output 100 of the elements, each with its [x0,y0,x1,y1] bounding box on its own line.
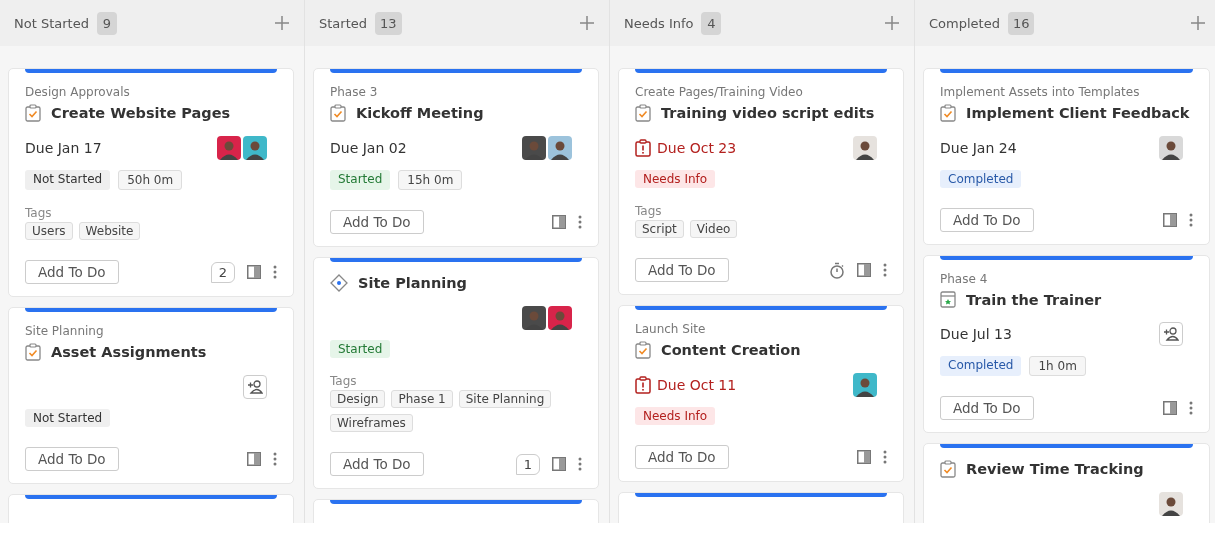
milestone-diamond-icon [330,274,348,292]
more-icon[interactable] [1189,213,1193,227]
more-icon[interactable] [1189,401,1193,415]
task-check-icon [940,460,956,478]
task-title[interactable]: Implement Client Feedback [966,105,1190,121]
due-date: Due Jan 17 [25,140,102,156]
add-to-do-button[interactable]: Add To Do [330,210,424,234]
task-title[interactable]: Asset Assignments [51,344,207,360]
side-panel-icon[interactable] [857,450,871,464]
tag: Site Planning [458,390,552,408]
more-icon[interactable] [273,452,277,466]
add-assignee-button[interactable] [243,375,267,399]
side-panel-icon[interactable] [1163,401,1177,415]
task-card[interactable]: Phase 3 Kickoff Meeting Due Jan 02 Started 15h 0m Add To Do [313,68,599,247]
card-count: 9 [96,11,117,35]
stopwatch-icon[interactable] [829,261,845,279]
parent-label: Create Pages/Training Video [635,85,804,99]
tag: Phase 1 [391,390,453,408]
tag: Users [25,222,73,240]
add-icon[interactable] [577,13,597,33]
parent-label: Phase 3 [330,85,379,99]
time-estimate: 50h 0m [118,170,183,190]
task-card[interactable]: Review Time Tracking [923,443,1210,523]
parent-label: Implement Assets into Templates [940,85,1141,99]
parent-label: Launch Site [635,322,707,336]
comment-count[interactable]: 2 [210,261,235,283]
add-to-do-button[interactable]: Add To Do [25,447,119,471]
task-title[interactable]: Training video script edits [661,105,875,121]
alert-icon [635,139,651,157]
column-title: Not Started [14,15,89,31]
more-icon[interactable] [273,265,277,279]
add-to-do-button[interactable]: Add To Do [330,452,424,476]
status-badge: Completed [940,170,1022,188]
task-title[interactable]: Train the Trainer [966,291,1102,308]
tags-label: Tags [25,206,53,220]
time-estimate: 1h 0m [1029,356,1086,376]
add-to-do-button[interactable]: Add To Do [25,260,119,284]
task-card[interactable]: Implement Assets into Templates Implement Client Feedback Due Jan 24 Completed Add To Do [923,68,1210,245]
side-panel-icon[interactable] [247,265,261,279]
alert-icon [635,376,651,394]
side-panel-icon[interactable] [857,263,871,277]
task-check-icon [940,104,956,122]
task-title[interactable]: Kickoff Meeting [356,105,484,121]
parent-label: Phase 4 [940,272,989,286]
card-count: 13 [375,11,402,35]
task-check-icon [25,104,41,122]
task-title[interactable]: Site Planning [358,275,467,291]
tag: Design [330,390,386,408]
add-to-do-button[interactable]: Add To Do [940,208,1034,232]
more-icon[interactable] [883,263,887,277]
task-check-icon [330,104,346,122]
task-title[interactable]: Create Website Pages [51,105,231,121]
add-icon[interactable] [1188,13,1208,33]
due-date: Due Jul 13 [940,326,1012,342]
add-to-do-button[interactable]: Add To Do [635,445,729,469]
due-date: Due Jan 02 [330,140,407,156]
task-title[interactable]: Review Time Tracking [966,461,1144,477]
task-card[interactable]: Create Pages/Training Video Training video script edits Due Oct 23 Needs Info Tags Script Video Add To Do [618,68,904,295]
task-card[interactable]: Site Planning Asset Assignments Not Started Add To Do [8,307,294,484]
tags-label: Tags [635,204,663,218]
comment-count[interactable]: 1 [515,453,540,475]
task-card[interactable]: Site Planning Started Tags Design Phase 1 Site Planning Wireframes Add To Do 1 [313,257,599,489]
add-icon[interactable] [882,13,902,33]
add-to-do-button[interactable]: Add To Do [635,258,729,282]
tag: Wireframes [330,414,413,432]
parent-label: Design Approvals [25,85,131,99]
side-panel-icon[interactable] [552,457,566,471]
task-check-icon [635,104,651,122]
tags-label: Tags [330,374,358,388]
task-check-icon [635,341,651,359]
status-badge: Not Started [25,409,111,427]
status-badge: Not Started [25,170,111,190]
status-badge: Needs Info [635,170,716,188]
side-panel-icon[interactable] [552,215,566,229]
more-icon[interactable] [578,457,582,471]
status-badge: Started [330,170,391,190]
task-card[interactable]: Design Approvals Create Website Pages Due Jan 17 Not Started 50h 0m Tags Users Website Add To Do 2 [8,68,294,297]
task-card[interactable]: Launch Site Content Creation Due Oct 11 Needs Info Add To Do [618,305,904,482]
more-icon[interactable] [883,450,887,464]
side-panel-icon[interactable] [1163,213,1177,227]
side-panel-icon[interactable] [247,452,261,466]
task-card[interactable]: Phase 4 Train the Trainer Due Jul 13 Completed 1h 0m Add To Do [923,255,1210,433]
column-title: Needs Info [624,15,694,31]
card-count: 16 [1007,11,1035,35]
card-count: 4 [701,11,722,35]
more-icon[interactable] [578,215,582,229]
add-to-do-button[interactable]: Add To Do [940,396,1034,420]
tag: Video [689,220,738,238]
due-date: Due Oct 23 [635,139,737,157]
parent-label: Site Planning [25,324,105,338]
add-assignee-button[interactable] [1159,322,1183,346]
task-check-icon [25,343,41,361]
tag: Script [635,220,684,238]
task-title[interactable]: Content Creation [661,342,801,358]
column-title: Started [319,15,367,31]
add-person-icon [1163,327,1179,341]
add-icon[interactable] [272,13,292,33]
add-person-icon [247,380,263,394]
column-title: Completed [929,15,1000,31]
status-badge: Started [330,340,391,358]
